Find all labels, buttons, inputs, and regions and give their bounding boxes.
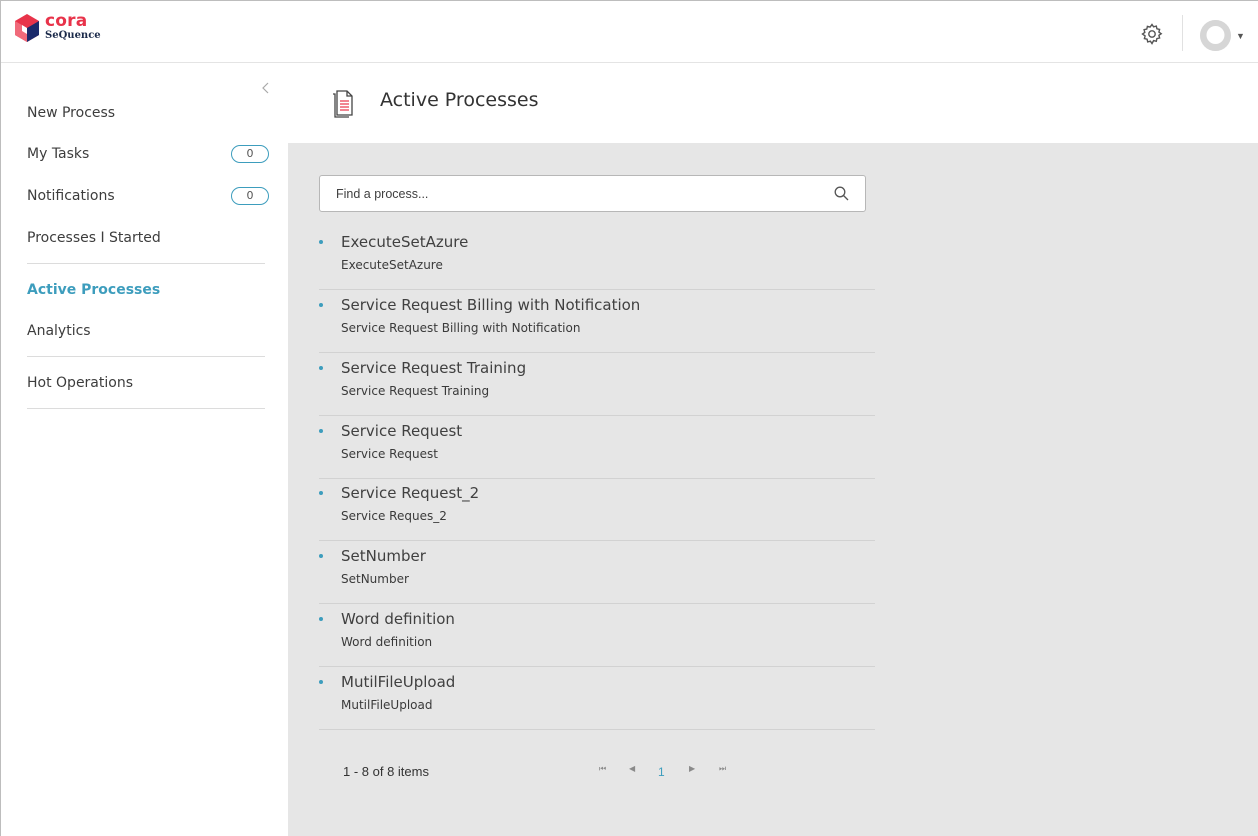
process-item[interactable]: Service Request Training Service Request… (319, 359, 875, 422)
sidebar-item-label: Analytics (27, 323, 91, 339)
sidebar-item-notifications[interactable]: Notifications 0 (27, 183, 269, 209)
sidebar-item-label: Notifications (27, 188, 115, 204)
sidebar-item-processes-i-started[interactable]: Processes I Started (27, 225, 265, 251)
collapse-sidebar-icon[interactable] (259, 80, 273, 96)
first-page-icon[interactable]: ⏮ (599, 764, 606, 774)
chevron-down-icon: ▼ (1236, 30, 1245, 41)
process-item[interactable]: ExecuteSetAzure ExecuteSetAzure (319, 233, 875, 296)
list-divider (319, 540, 875, 541)
next-page-icon[interactable]: ▶ (689, 764, 695, 773)
process-description: Service Request Training (341, 384, 490, 398)
pagination-summary: 1 - 8 of 8 items (343, 764, 429, 779)
page-title: Active Processes (380, 89, 539, 111)
sidebar-item-active-processes[interactable]: Active Processes (27, 277, 265, 303)
bullet-icon (319, 303, 323, 307)
search-icon[interactable] (834, 186, 849, 201)
list-divider (319, 729, 875, 730)
process-description: ExecuteSetAzure (341, 258, 443, 272)
process-name[interactable]: Service Request (341, 422, 462, 440)
nav-divider (27, 356, 265, 357)
process-description: Service Request Billing with Notificatio… (341, 321, 581, 335)
notifications-count-badge: 0 (231, 187, 269, 205)
sidebar-item-new-process[interactable]: New Process (27, 100, 265, 126)
page-number-button[interactable]: 1 (658, 765, 665, 779)
my-tasks-count-badge: 0 (231, 145, 269, 163)
settings-gear-icon[interactable] (1140, 22, 1164, 46)
process-name[interactable]: ExecuteSetAzure (341, 233, 468, 251)
process-description: Service Request (341, 447, 438, 461)
sidebar-item-hot-operations[interactable]: Hot Operations (27, 370, 265, 396)
brand-logo[interactable]: cora SeQuence (15, 11, 101, 42)
prev-page-icon[interactable]: ◀ (629, 764, 635, 773)
process-item[interactable]: Word definition Word definition (319, 610, 875, 673)
top-bar: cora SeQuence ▼ (1, 1, 1258, 63)
process-description: MutilFileUpload (341, 698, 433, 712)
user-avatar-icon (1200, 20, 1231, 51)
sidebar-item-analytics[interactable]: Analytics (27, 318, 265, 344)
process-name[interactable]: Word definition (341, 610, 455, 628)
process-name[interactable]: Service Request_2 (341, 484, 479, 502)
list-divider (319, 666, 875, 667)
sidebar-item-label: Hot Operations (27, 375, 133, 391)
process-item[interactable]: Service Request Billing with Notificatio… (319, 296, 875, 359)
page-header: Active Processes (288, 63, 1258, 143)
process-name[interactable]: MutilFileUpload (341, 673, 455, 691)
bullet-icon (319, 240, 323, 244)
bullet-icon (319, 554, 323, 558)
process-name[interactable]: Service Request Training (341, 359, 526, 377)
cora-logo-icon (15, 14, 39, 42)
process-item[interactable]: Service Request Service Request (319, 422, 875, 485)
header-divider (1182, 15, 1183, 51)
bullet-icon (319, 491, 323, 495)
process-item[interactable]: SetNumber SetNumber (319, 547, 875, 610)
process-search-box (319, 175, 866, 212)
process-description: Word definition (341, 635, 433, 649)
process-name[interactable]: SetNumber (341, 547, 426, 565)
sidebar: New Process My Tasks 0 Notifications 0 P… (1, 63, 287, 836)
list-divider (319, 478, 875, 479)
sidebar-item-label: Processes I Started (27, 230, 161, 246)
user-menu-button[interactable]: ▼ (1200, 20, 1245, 51)
list-divider (319, 603, 875, 604)
list-divider (319, 415, 875, 416)
bullet-icon (319, 366, 323, 370)
bullet-icon (319, 680, 323, 684)
bullet-icon (319, 617, 323, 621)
brand-name: cora (45, 11, 88, 31)
list-divider (319, 352, 875, 353)
process-description: SetNumber (341, 572, 409, 586)
sidebar-item-label: New Process (27, 105, 116, 121)
nav-divider (27, 408, 265, 409)
list-divider (319, 289, 875, 290)
main-content: ExecuteSetAzure ExecuteSetAzure Service … (288, 143, 1258, 836)
sidebar-item-label: Active Processes (27, 282, 161, 298)
document-icon (331, 88, 353, 118)
bullet-icon (319, 429, 323, 433)
process-name[interactable]: Service Request Billing with Notificatio… (341, 296, 640, 314)
nav-divider (27, 263, 265, 264)
brand-subname: SeQuence (45, 30, 101, 41)
process-description: Service Reques_2 (341, 509, 447, 523)
process-item[interactable]: MutilFileUpload MutilFileUpload (319, 673, 875, 736)
sidebar-item-my-tasks[interactable]: My Tasks 0 (27, 141, 269, 167)
last-page-icon[interactable]: ⏭ (719, 764, 726, 774)
sidebar-item-label: My Tasks (27, 146, 90, 162)
process-item[interactable]: Service Request_2 Service Reques_2 (319, 484, 875, 547)
search-input[interactable] (320, 176, 820, 211)
